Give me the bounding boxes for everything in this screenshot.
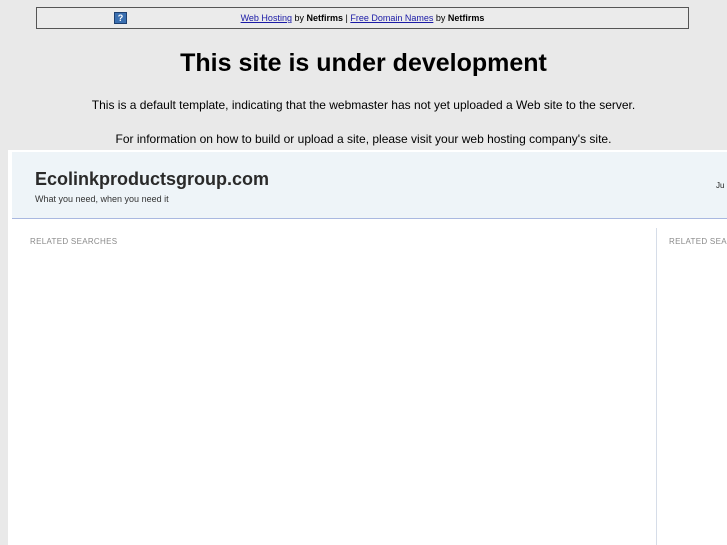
- related-searches-label: RELATED SEARCHES: [30, 237, 118, 246]
- site-tagline: What you need, when you need it: [35, 194, 169, 204]
- netfirms-top-bar: ? Web Hosting by Netfirms | Free Domain …: [36, 7, 689, 29]
- by-text-2: by: [433, 13, 448, 23]
- related-searches-left-column: RELATED SEARCHES: [12, 228, 657, 545]
- page-title: This site is under development: [180, 49, 547, 77]
- free-domain-names-link[interactable]: Free Domain Names: [350, 13, 433, 23]
- web-hosting-link[interactable]: Web Hosting: [241, 13, 292, 23]
- related-searches-label-right: RELATED SEA: [669, 237, 727, 246]
- header-right-text: Ju: [716, 181, 725, 190]
- by-text: by: [291, 13, 307, 23]
- page: ? Web Hosting by Netfirms | Free Domain …: [0, 0, 727, 545]
- hosting-info-notice: For information on how to build or uploa…: [115, 132, 612, 146]
- netfirms-brand-2: Netfirms: [447, 13, 485, 23]
- parked-page-header: Ecolinkproductsgroup.com What you need, …: [12, 152, 727, 219]
- site-name[interactable]: Ecolinkproductsgroup.com: [35, 168, 269, 190]
- topbar-text: Web Hosting by Netfirms | Free Domain Na…: [37, 12, 688, 24]
- default-template-notice: This is a default template, indicating t…: [91, 98, 636, 112]
- netfirms-brand: Netfirms: [306, 13, 343, 23]
- embedded-parked-page: Ecolinkproductsgroup.com What you need, …: [8, 150, 727, 545]
- related-searches-right-column: RELATED SEA: [657, 228, 727, 545]
